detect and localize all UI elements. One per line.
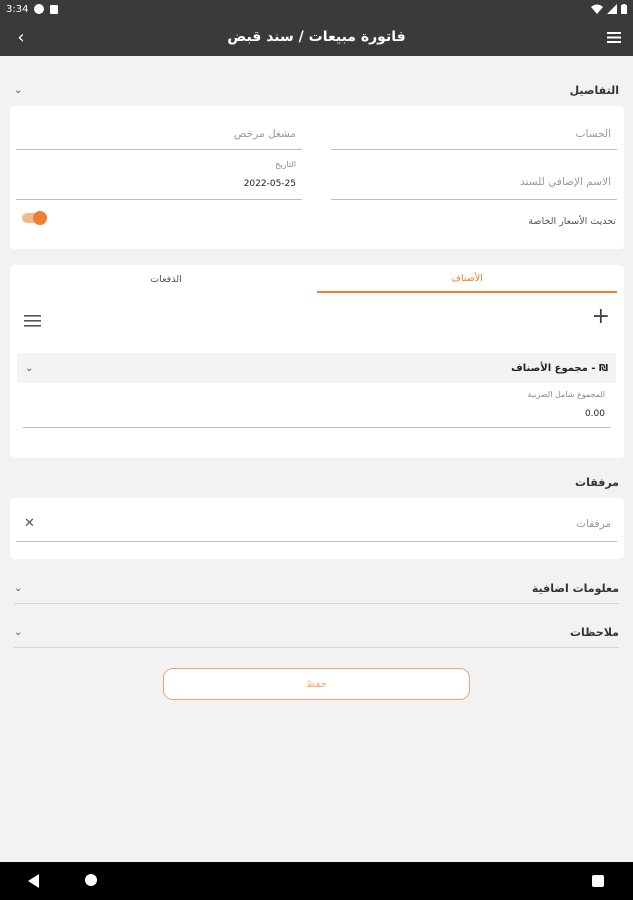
divider xyxy=(14,647,619,648)
attachments-field[interactable]: مرفقات ✕ xyxy=(16,508,617,542)
tab-items[interactable]: الأصناف xyxy=(317,265,617,293)
date-label: التاريخ xyxy=(275,160,296,169)
system-nav-bar xyxy=(0,862,633,900)
details-card: الحساب مشغل مرخص الاسم الإضافي للسند الت… xyxy=(10,106,624,249)
items-group-row[interactable]: ⌄ مجموع الأصناف - ₪ xyxy=(17,353,616,383)
list-icon xyxy=(24,315,41,327)
attachments-section-header: مرفقات xyxy=(14,469,619,495)
details-title: التفاصيل xyxy=(569,83,619,97)
extra-info-title: معلومات اضافية xyxy=(531,581,619,595)
occupation-field[interactable]: مشغل مرخص xyxy=(16,116,302,150)
divider xyxy=(14,603,619,604)
sim-icon xyxy=(50,4,59,14)
add-item-button[interactable]: + xyxy=(592,305,610,329)
chevron-left-icon: ‹ xyxy=(17,26,25,48)
items-card: الأصناف الدفعات + ⌄ مجموع الأصناف - ₪ ال… xyxy=(10,265,624,458)
notes-title: ملاحظات xyxy=(570,625,619,639)
occupation-placeholder: مشغل مرخص xyxy=(233,128,296,140)
page-title: فاتورة مبيعات / سند قبض xyxy=(227,29,406,45)
chevron-down-icon: ⌄ xyxy=(25,362,34,374)
save-button[interactable]: حفظ xyxy=(163,668,470,700)
signal-icon xyxy=(607,4,617,14)
account-placeholder: الحساب xyxy=(575,128,611,140)
status-time: 3:34 xyxy=(6,3,29,15)
nav-recents-icon[interactable] xyxy=(592,875,604,887)
menu-button[interactable] xyxy=(601,24,627,50)
extra-name-placeholder: الاسم الإضافي للسند xyxy=(520,176,611,188)
date-field[interactable]: التاريخ 2022-05-25 xyxy=(16,160,302,200)
back-button[interactable]: ‹ xyxy=(8,24,34,50)
notification-icon xyxy=(34,4,45,14)
chevron-down-icon: ⌄ xyxy=(14,84,23,96)
nav-home-icon[interactable] xyxy=(85,874,97,886)
date-value: 2022-05-25 xyxy=(243,179,296,189)
battery-icon xyxy=(621,4,627,14)
total-value: 0.00 xyxy=(584,409,605,419)
app-bar: ‹ فاتورة مبيعات / سند قبض xyxy=(0,18,633,56)
list-options-button[interactable] xyxy=(24,312,41,331)
account-field[interactable]: الحساب xyxy=(331,116,617,150)
hamburger-icon xyxy=(607,31,621,43)
total-label: المجموع شامل الضريبة xyxy=(527,390,606,399)
nav-back-icon[interactable] xyxy=(28,874,39,888)
chevron-down-icon: ⌄ xyxy=(14,626,23,638)
attachments-placeholder: مرفقات xyxy=(576,518,611,530)
update-prices-toggle[interactable] xyxy=(22,211,48,225)
details-section-header[interactable]: ⌄ التفاصيل xyxy=(14,77,619,103)
items-group-label: مجموع الأصناف - ₪ xyxy=(511,362,608,374)
wifi-icon xyxy=(591,4,603,14)
clear-icon[interactable]: ✕ xyxy=(24,516,35,531)
plus-icon: + xyxy=(591,304,610,329)
update-prices-label: تحديث الأسعار الخاصة xyxy=(528,216,616,227)
total-field: المجموع شامل الضريبة 0.00 xyxy=(23,390,611,428)
tab-payments[interactable]: الدفعات xyxy=(16,265,316,293)
attachments-title: مرفقات xyxy=(575,475,619,489)
extra-info-section-header[interactable]: ⌄ معلومات اضافية xyxy=(14,575,619,601)
extra-name-field[interactable]: الاسم الإضافي للسند xyxy=(331,164,617,200)
chevron-down-icon: ⌄ xyxy=(14,582,23,594)
notes-section-header[interactable]: ⌄ ملاحظات xyxy=(14,619,619,645)
status-bar: 3:34 xyxy=(0,0,633,18)
attachments-card: مرفقات ✕ xyxy=(10,498,624,559)
